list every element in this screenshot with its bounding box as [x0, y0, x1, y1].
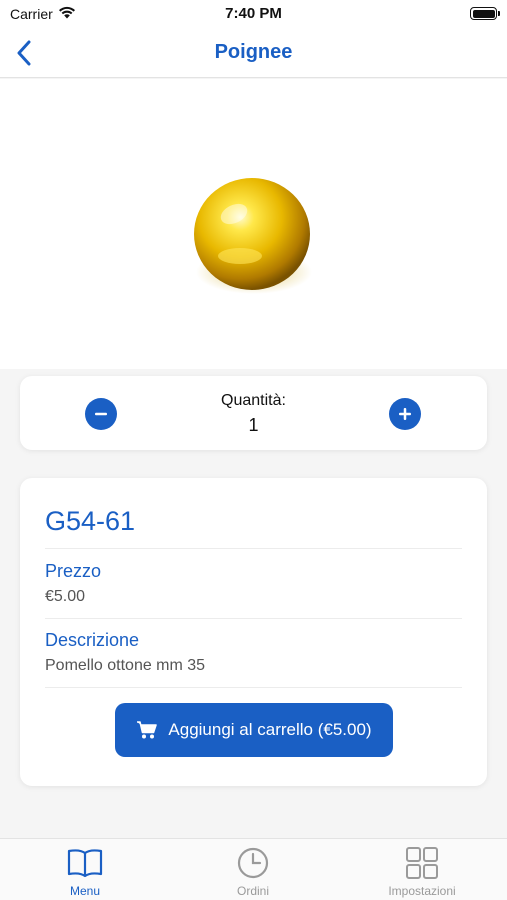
- tab-orders-label: Ordini: [236, 884, 269, 898]
- tab-settings[interactable]: Impostazioni: [362, 844, 482, 898]
- price-value: €5.00: [45, 588, 86, 605]
- navigation-bar: Poignee: [0, 28, 507, 78]
- product-detail-card: G54-61 Prezzo €5.00 Descrizione Pomello …: [20, 478, 487, 786]
- divider: [45, 618, 462, 619]
- cart-icon: [137, 721, 158, 739]
- quantity-card: Quantità: 1: [20, 376, 487, 450]
- plus-icon: [399, 408, 411, 420]
- description-value: Pomello ottone mm 35: [45, 657, 206, 674]
- add-to-cart-button[interactable]: Aggiungi al carrello (€5.00): [115, 703, 393, 757]
- product-code: G54-61: [45, 506, 136, 536]
- page-title: Poignee: [214, 41, 293, 63]
- increase-quantity-button[interactable]: [389, 398, 421, 430]
- tab-settings-label: Impostazioni: [388, 884, 456, 898]
- add-to-cart-label: Aggiungi al carrello (€5.00): [168, 720, 372, 739]
- product-image-area: [0, 79, 507, 369]
- product-image: [194, 178, 312, 294]
- grid-icon: [406, 847, 438, 879]
- divider: [45, 548, 462, 549]
- tab-menu-label: Menu: [69, 884, 101, 898]
- status-time: 7:40 PM: [225, 5, 282, 22]
- tab-bar: Menu Ordini Impostazioni: [0, 838, 507, 900]
- price-label: Prezzo: [45, 561, 102, 581]
- description-label: Descrizione: [45, 630, 140, 650]
- tab-menu[interactable]: Menu: [25, 844, 145, 898]
- battery-icon: [470, 7, 500, 20]
- status-bar: Carrier 7:40 PM: [0, 0, 507, 28]
- book-icon: [67, 849, 103, 878]
- clock-icon: [237, 847, 269, 879]
- tab-orders[interactable]: Ordini: [193, 844, 313, 898]
- divider: [45, 687, 462, 688]
